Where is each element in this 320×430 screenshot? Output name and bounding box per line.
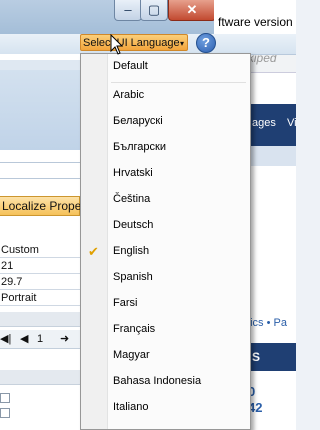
- menu-item-label: Hrvatski: [113, 167, 153, 179]
- menu-item-label: English: [113, 245, 150, 257]
- menu-item-indonesian[interactable]: Bahasa Indonesia: [81, 370, 250, 394]
- menu-item-italian[interactable]: Italiano: [81, 396, 250, 420]
- ribbon-area: [0, 70, 80, 150]
- menu-item-croatian[interactable]: Hrvatski: [81, 162, 250, 186]
- browser-section-heading: S: [252, 350, 261, 364]
- menu-item-belarusian[interactable]: Беларускі: [81, 110, 250, 134]
- property-value[interactable]: 29.7: [0, 274, 80, 290]
- divider: [0, 178, 80, 179]
- menu-item-default[interactable]: Default: [81, 55, 250, 79]
- menu-item-czech[interactable]: Čeština: [81, 188, 250, 212]
- next-page-icon[interactable]: ➜: [60, 330, 69, 348]
- localize-properties-label: Localize Proper: [2, 199, 86, 213]
- ribbon-band: [0, 60, 80, 70]
- property-value[interactable]: Custom: [0, 242, 80, 258]
- checkbox[interactable]: [0, 393, 10, 403]
- menu-item-label: Bahasa Indonesia: [113, 375, 202, 387]
- menu-item-label: Arabic: [113, 89, 145, 101]
- language-button-label: Select UI Language: [83, 37, 180, 49]
- menu-item-arabic[interactable]: Arabic: [81, 84, 250, 108]
- mouse-cursor-icon: [110, 34, 124, 55]
- menu-item-label: Italiano: [113, 401, 149, 413]
- maximize-icon: ▢: [147, 2, 161, 17]
- localize-properties-button[interactable]: Localize Proper: [0, 196, 85, 216]
- close-button[interactable]: ✕: [168, 0, 216, 21]
- menu-item-label: Deutsch: [113, 219, 154, 231]
- panel-header: [0, 312, 80, 327]
- minimize-button[interactable]: –: [114, 0, 142, 21]
- page-number: 1: [37, 333, 44, 345]
- property-value[interactable]: 21: [0, 258, 80, 274]
- panel-header: [0, 370, 80, 385]
- checkmark-icon: ✔: [88, 244, 99, 259]
- select-ui-language-button[interactable]: Select UI Language ▾: [80, 34, 188, 51]
- divider: [0, 162, 80, 163]
- minimize-icon: –: [124, 2, 132, 17]
- menu-item-english[interactable]: ✔ English: [81, 240, 250, 264]
- menu-item-hungarian[interactable]: Magyar: [81, 344, 250, 368]
- close-icon: ✕: [186, 2, 198, 17]
- browser-version-text: ftware version: [218, 15, 293, 29]
- prev-page-icon[interactable]: ◀: [20, 330, 28, 348]
- first-page-icon[interactable]: ◀|: [0, 330, 11, 348]
- menu-item-label: Farsi: [113, 297, 138, 309]
- menu-item-german[interactable]: Deutsch: [81, 214, 250, 238]
- menu-item-label: Magyar: [113, 349, 150, 361]
- browser-nav-item[interactable]: Vi: [287, 117, 297, 129]
- browser-nav-item[interactable]: ages: [252, 117, 276, 129]
- menu-item-label: Čeština: [113, 193, 151, 205]
- menu-item-label: Spanish: [113, 271, 153, 283]
- menu-separator: [111, 82, 246, 83]
- menu-item-spanish[interactable]: Spanish: [81, 266, 250, 290]
- property-value[interactable]: Portrait: [0, 290, 80, 306]
- menu-item-label: Беларускі: [113, 115, 163, 127]
- menu-item-french[interactable]: Français: [81, 318, 250, 342]
- checkbox[interactable]: [0, 408, 10, 418]
- menu-item-label: Français: [113, 323, 156, 335]
- ui-language-menu: Default Arabic Беларускі Български Hrvat…: [80, 53, 251, 430]
- menu-item-farsi[interactable]: Farsi: [81, 292, 250, 316]
- pager: ◀| ◀ 1 ➜: [0, 330, 80, 349]
- chevron-down-icon: ▾: [179, 39, 184, 48]
- menu-item-label: Default: [113, 60, 148, 72]
- help-button[interactable]: ?: [196, 33, 216, 53]
- menu-item-label: Български: [113, 141, 166, 153]
- maximize-button[interactable]: ▢: [140, 0, 168, 21]
- menu-item-bulgarian[interactable]: Български: [81, 136, 250, 160]
